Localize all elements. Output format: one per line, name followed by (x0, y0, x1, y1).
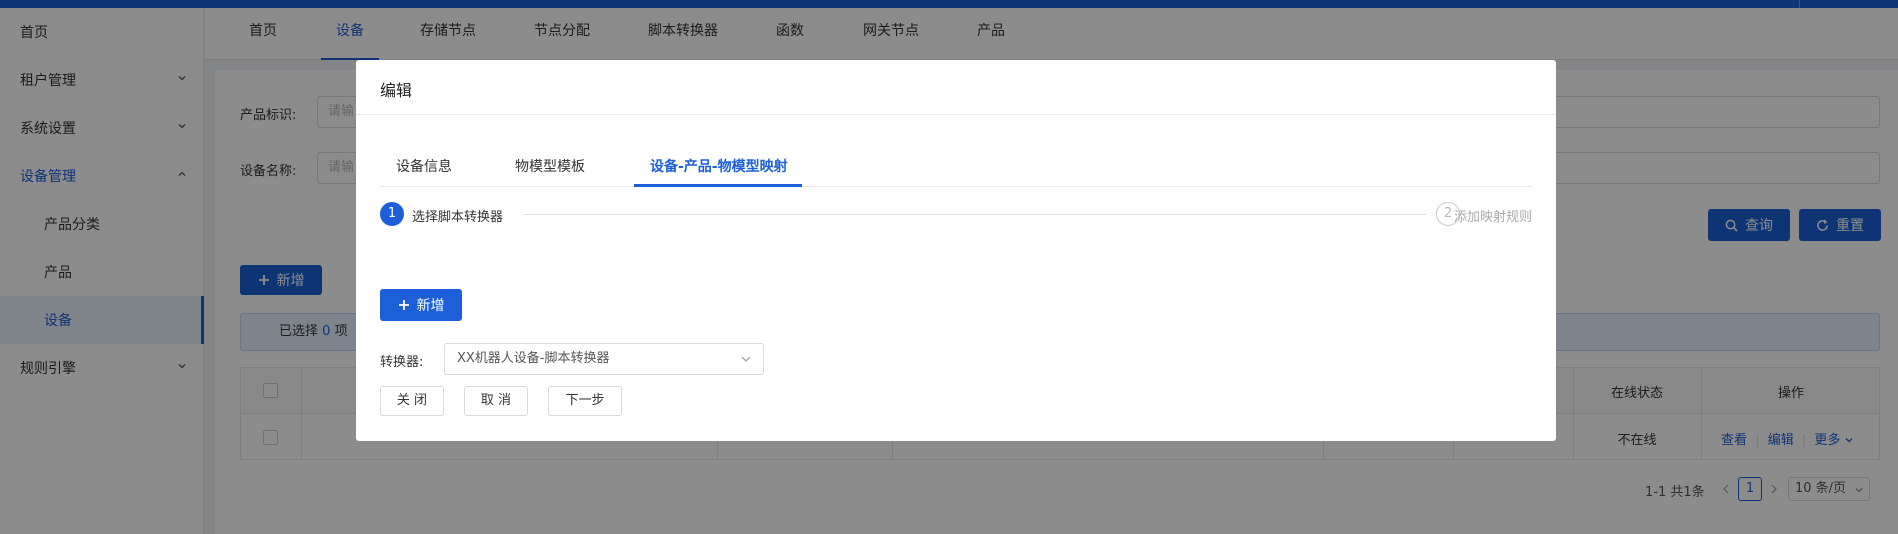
next-step-button[interactable]: 下一步 (548, 386, 622, 416)
add-mapping-label: 新增 (416, 298, 445, 314)
plus-icon (398, 300, 409, 310)
close-button[interactable]: 关 闭 (380, 386, 444, 416)
converter-value: XX机器人设备-脚本转换器 (457, 351, 610, 366)
cancel-button[interactable]: 取 消 (464, 386, 528, 416)
modal-header-divider (356, 114, 1556, 115)
edit-modal: 编辑 设备信息 物模型模板 设备-产品-物模型映射 1 选择脚本转换器 2 添加… (356, 60, 1556, 441)
modal-title: 编辑 (380, 81, 413, 100)
tab-device-product-mapping[interactable]: 设备-产品-物模型映射 (650, 156, 788, 176)
step-1-label: 选择脚本转换器 (412, 210, 504, 225)
active-tab-indicator (634, 184, 802, 187)
converter-select[interactable]: XX机器人设备-脚本转换器 (444, 343, 764, 375)
modal-tabs-divider (380, 186, 1532, 187)
add-mapping-button[interactable]: 新增 (380, 289, 462, 321)
converter-label: 转换器: (380, 355, 424, 370)
step-2-label: 添加映射规则 (1453, 210, 1532, 225)
tab-device-info[interactable]: 设备信息 (396, 156, 452, 176)
step-connector (524, 214, 1426, 215)
tab-thing-model-template[interactable]: 物模型模板 (515, 156, 585, 176)
chevron-down-icon (741, 356, 751, 362)
step-1-number: 1 (380, 202, 404, 226)
